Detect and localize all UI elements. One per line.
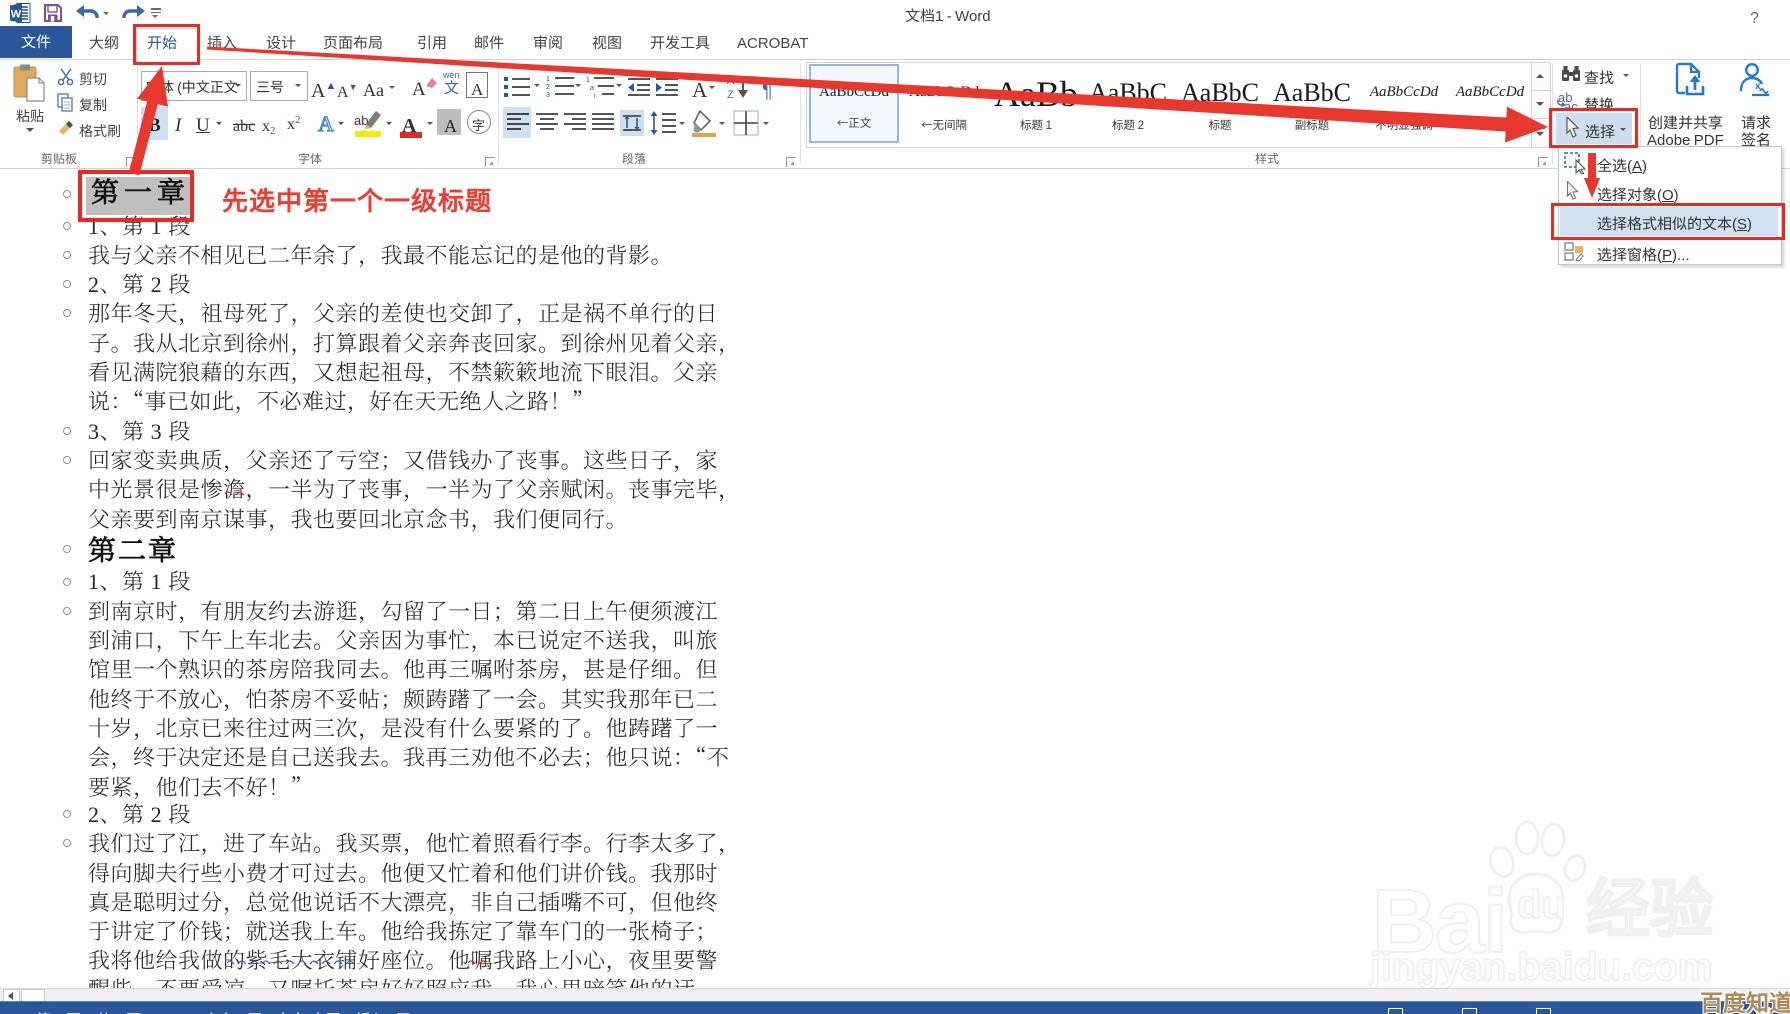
svg-text:W: W (11, 9, 22, 21)
svg-text:i: i (594, 93, 596, 99)
svg-text:Z: Z (727, 89, 734, 99)
svg-text:A: A (727, 75, 735, 87)
svg-text:du: du (1517, 883, 1566, 927)
svg-text:1: 1 (586, 77, 590, 84)
svg-text:3: 3 (546, 92, 550, 99)
svg-text:1: 1 (546, 76, 550, 83)
svg-text:a: a (590, 85, 594, 92)
svg-text:2: 2 (546, 84, 550, 91)
